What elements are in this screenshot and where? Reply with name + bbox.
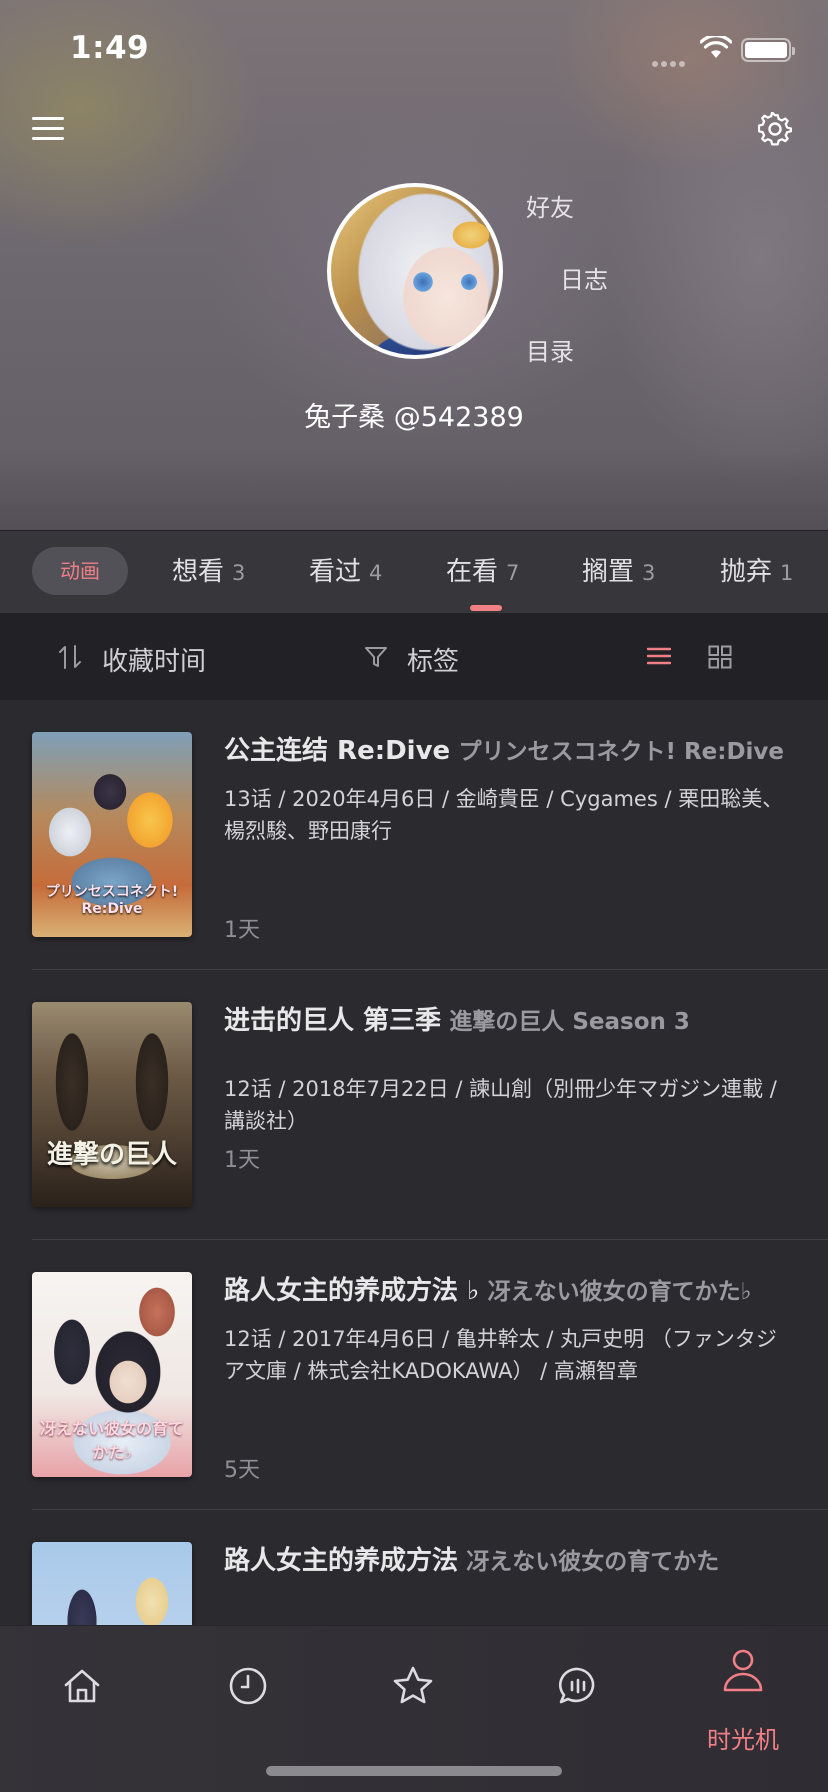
sort-button[interactable]: 收藏时间 [102,641,206,678]
star-icon[interactable] [383,1656,443,1716]
tab-label: 搁置 [582,557,635,587]
battery-icon [741,38,795,62]
title-cn: 路人女主的养成方法 [224,1546,459,1576]
item-time: 1天 [224,918,260,943]
tab-on-hold[interactable]: 搁置 3 [582,551,655,588]
item-title: 路人女主的养成方法 ♭ 冴えない彼女の育てかた♭ [224,1270,796,1313]
cover-image[interactable] [32,1542,192,1625]
sort-icon[interactable] [58,643,84,671]
person-icon[interactable] [713,1640,773,1700]
list-item[interactable]: プリンセスコネクト! Re:Dive 公主连结 Re:Dive プリンセスコネク… [0,700,828,970]
list-item[interactable]: 冴えない彼女の育てかた♭ 路人女主的养成方法 ♭ 冴えない彼女の育てかた♭ 12… [0,1240,828,1510]
username: 兔子桑 @542389 [304,402,524,433]
tab-label: 抛弃 [720,557,773,587]
home-icon[interactable] [52,1656,112,1716]
bottom-tab-bar: 时光机 [0,1625,828,1792]
title-cn: 公主连结 Re:Dive [224,736,451,766]
blog-link[interactable]: 日志 [560,260,608,295]
title-jp: 冴えない彼女の育てかた [466,1549,720,1575]
tab-count: 3 [642,561,656,585]
cover-image[interactable]: 進撃の巨人 [32,1002,192,1207]
profile-header: 1:49 好友 日志 目录 兔子桑 @542389 [0,0,828,530]
list-item[interactable]: 路人女主的养成方法 冴えない彼女の育てかた [0,1510,828,1625]
tab-wish[interactable]: 想看 3 [172,551,245,588]
item-info: 12话 / 2017年4月6日 / 亀井幹太 / 丸戸史明 （ファンタジア文庫 … [224,1327,777,1383]
tab-count: 7 [506,561,520,585]
tab-timeline-label[interactable]: 时光机 [686,1720,800,1755]
filter-bar: 收藏时间 标签 [0,613,828,700]
tab-dropped[interactable]: 抛弃 1 [720,551,793,588]
title-jp: プリンセスコネクト! Re:Dive [458,739,785,765]
title-cn: 路人女主的养成方法 ♭ [224,1276,480,1306]
tab-label: 看过 [309,557,362,587]
clock-icon[interactable] [218,1656,278,1716]
chat-icon[interactable] [548,1656,608,1716]
item-text: 进击的巨人 第三季 進撃の巨人 Season 3 12话 / 2018年7月22… [224,1000,796,1137]
home-indicator [266,1766,562,1776]
tab-count: 3 [232,561,246,585]
status-time: 1:49 [70,30,150,66]
grid-view-icon[interactable] [708,645,732,669]
tab-count: 4 [369,561,383,585]
tab-doing[interactable]: 在看 7 [446,551,519,588]
title-jp: 進撃の巨人 Season 3 [449,1009,690,1035]
tab-label: 在看 [446,557,499,587]
wifi-icon [700,36,732,58]
filter-icon[interactable] [364,646,388,668]
collection-list: プリンセスコネクト! Re:Dive 公主连结 Re:Dive プリンセスコネク… [0,700,828,1625]
item-info: 13话 / 2020年4月6日 / 金崎貴臣 / Cygames / 栗田聡美、… [224,787,784,843]
tab-label: 想看 [172,557,225,587]
cover-title: 冴えない彼女の育てかた♭ [40,1419,185,1462]
list-view-icon[interactable] [647,646,671,666]
tag-filter-button[interactable]: 标签 [407,641,459,678]
cover-title: 進撃の巨人 [46,1140,177,1170]
item-text: 公主连结 Re:Dive プリンセスコネクト! Re:Dive 13话 / 20… [224,730,796,847]
gear-icon[interactable] [758,112,792,146]
cover-image[interactable]: プリンセスコネクト! Re:Dive [32,732,192,937]
list-item[interactable]: 進撃の巨人 进击的巨人 第三季 進撃の巨人 Season 3 12话 / 201… [0,970,828,1240]
item-text: 路人女主的养成方法 冴えない彼女の育てかた [224,1540,796,1583]
item-info: 12话 / 2018年7月22日 / 諫山創（別冊少年マガジン連載 / 講談社） [224,1077,777,1133]
collection-tabs: 动画 想看 3 看过 4 在看 7 搁置 3 抛弃 1 [0,530,828,613]
cover-image[interactable]: 冴えない彼女の育てかた♭ [32,1272,192,1477]
index-link[interactable]: 目录 [526,332,574,367]
friends-link[interactable]: 好友 [526,188,574,223]
signal-icon [652,52,688,71]
item-title: 路人女主的养成方法 冴えない彼女の育てかた [224,1540,796,1583]
cover-title: プリンセスコネクト! Re:Dive [45,884,179,917]
tab-collect[interactable]: 看过 4 [309,551,382,588]
item-text: 路人女主的养成方法 ♭ 冴えない彼女の育てかた♭ 12话 / 2017年4月6日… [224,1270,796,1387]
menu-icon[interactable] [32,117,64,141]
item-time: 1天 [224,1148,260,1173]
item-title: 进击的巨人 第三季 進撃の巨人 Season 3 [224,1000,796,1043]
title-jp: 冴えない彼女の育てかた♭ [487,1279,752,1305]
item-time: 5天 [224,1458,260,1483]
avatar[interactable] [327,183,503,359]
item-title: 公主连结 Re:Dive プリンセスコネクト! Re:Dive [224,730,796,773]
status-bar: 1:49 [0,0,828,100]
subject-type-chip[interactable]: 动画 [32,547,128,595]
tab-active-indicator [470,605,502,611]
title-cn: 进击的巨人 第三季 [224,1006,442,1036]
tab-count: 1 [780,561,794,585]
